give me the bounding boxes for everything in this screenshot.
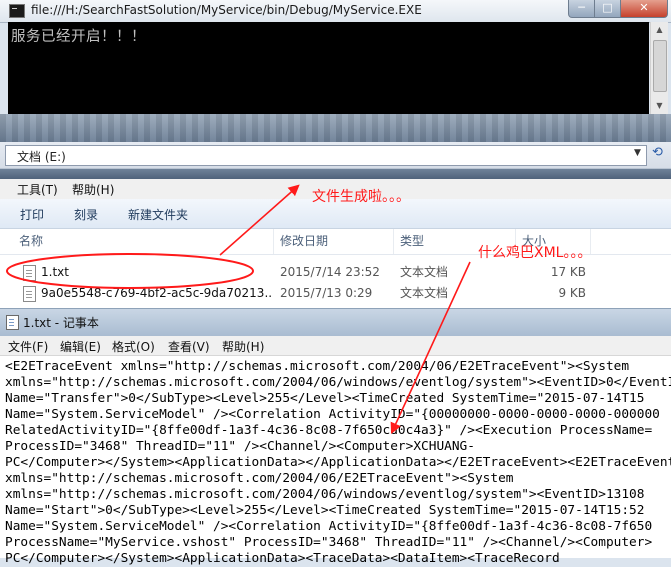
- annotation-what-xml: 什么鸡巴XML。。。: [478, 245, 592, 261]
- menu-edit[interactable]: 编辑(E): [60, 338, 101, 355]
- console-scroll-thumb[interactable]: [653, 40, 667, 92]
- file-row[interactable]: 9a0e5548-c769-4bf2-ac5c-9da70213... 2015…: [0, 283, 671, 304]
- notepad-menu-bar: 文件(F) 编辑(E) 格式(O) 查看(V) 帮助(H): [0, 336, 671, 356]
- notepad-line: ProcessID="3468" ThreadID="11" /><Channe…: [5, 439, 475, 454]
- console-app-icon: [9, 4, 25, 18]
- address-dropdown-icon[interactable]: ▼: [634, 148, 641, 158]
- console-window-border: [0, 114, 671, 142]
- console-vertical-scrollbar[interactable]: ▲ ▼: [650, 22, 668, 114]
- scroll-down-icon[interactable]: ▼: [651, 98, 668, 114]
- column-name[interactable]: 名称: [13, 229, 274, 254]
- explorer-address-bar: 文档 (E:) ▼ ⟲: [0, 142, 671, 169]
- notepad-line: RelatedActivityID="{8ffe00df-1a3f-4c36-8…: [5, 423, 653, 438]
- file-type: 文本文档: [400, 286, 449, 300]
- refresh-icon[interactable]: ⟲: [652, 145, 663, 160]
- text-file-icon: [23, 265, 36, 281]
- notepad-line: xmlns="http://schemas.microsoft.com/2004…: [5, 471, 514, 486]
- notepad-text-area[interactable]: <E2ETraceEvent xmlns="http://schemas.mic…: [5, 359, 671, 567]
- notepad-line: PC</Computer></System><ApplicationData><…: [5, 455, 671, 470]
- console-output-area[interactable]: 服务已经开启！！！: [8, 22, 649, 114]
- notepad-app-icon: [6, 315, 19, 330]
- desktop-background-strip: [0, 114, 671, 142]
- notepad-line: Name="Start">0</SubType><Level>255</Leve…: [5, 503, 645, 518]
- menu-file[interactable]: 文件(F): [8, 338, 48, 355]
- notepad-line: PC</Computer></System><ApplicationData><…: [5, 551, 560, 566]
- window-gap: [0, 169, 671, 179]
- notepad-window: 1.txt - 记事本 文件(F) 编辑(E) 格式(O) 查看(V) 帮助(H…: [0, 308, 671, 566]
- new-folder-button[interactable]: 新建文件夹: [128, 206, 188, 223]
- scroll-up-icon[interactable]: ▲: [651, 22, 668, 38]
- address-input[interactable]: 文档 (E:) ▼: [5, 145, 647, 166]
- notepad-title: 1.txt - 记事本: [23, 316, 99, 330]
- file-type: 文本文档: [400, 265, 449, 279]
- notepad-line: Name="System.ServiceModel" /><Correlatio…: [5, 407, 660, 422]
- console-output-text: 服务已经开启！！！: [11, 29, 146, 45]
- minimize-button[interactable]: ─: [568, 0, 595, 18]
- notepad-titlebar[interactable]: 1.txt - 记事本: [0, 308, 671, 336]
- close-button[interactable]: ✕: [620, 0, 668, 18]
- notepad-line: xmlns="http://schemas.microsoft.com/2004…: [5, 375, 671, 390]
- burn-button[interactable]: 刻录: [74, 206, 98, 223]
- explorer-window: 文档 (E:) ▼ ⟲ 工具(T) 帮助(H) 打印 刻录 新建文件夹 名称 修…: [0, 142, 671, 308]
- notepad-line: Name="Transfer">0</SubType><Level>255</L…: [5, 391, 645, 406]
- file-modified: 2015/7/14 23:52: [280, 265, 380, 279]
- column-modified[interactable]: 修改日期: [274, 229, 394, 254]
- menu-view[interactable]: 查看(V): [168, 338, 210, 355]
- menu-help[interactable]: 帮助(H): [72, 181, 114, 198]
- file-modified: 2015/7/13 0:29: [280, 286, 373, 300]
- print-button[interactable]: 打印: [20, 206, 44, 223]
- menu-format[interactable]: 格式(O): [112, 338, 155, 355]
- maximize-button[interactable]: □: [594, 0, 621, 18]
- annotation-file-created: 文件生成啦。。。: [312, 189, 410, 205]
- console-title: file:///H:/SearchFastSolution/MyService/…: [31, 3, 422, 17]
- file-row[interactable]: 1.txt 2015/7/14 23:52 文本文档 17 KB: [0, 262, 671, 283]
- notepad-line: <E2ETraceEvent xmlns="http://schemas.mic…: [5, 359, 630, 374]
- file-size: 9 KB: [558, 286, 586, 300]
- text-file-icon: [23, 286, 36, 302]
- console-window: file:///H:/SearchFastSolution/MyService/…: [0, 0, 671, 142]
- notepad-line: ProcessName="MyService.vshost" ProcessID…: [5, 535, 653, 550]
- menu-help[interactable]: 帮助(H): [222, 338, 264, 355]
- notepad-line: xmlns="http://schemas.microsoft.com/2004…: [5, 487, 645, 502]
- file-name: 1.txt: [41, 265, 69, 279]
- notepad-line: Name="System.ServiceModel" /><Correlatio…: [5, 519, 653, 534]
- menu-tools[interactable]: 工具(T): [17, 181, 58, 198]
- file-size: 17 KB: [550, 265, 586, 279]
- address-text: 文档 (E:): [17, 150, 66, 164]
- file-name: 9a0e5548-c769-4bf2-ac5c-9da70213...: [41, 286, 271, 300]
